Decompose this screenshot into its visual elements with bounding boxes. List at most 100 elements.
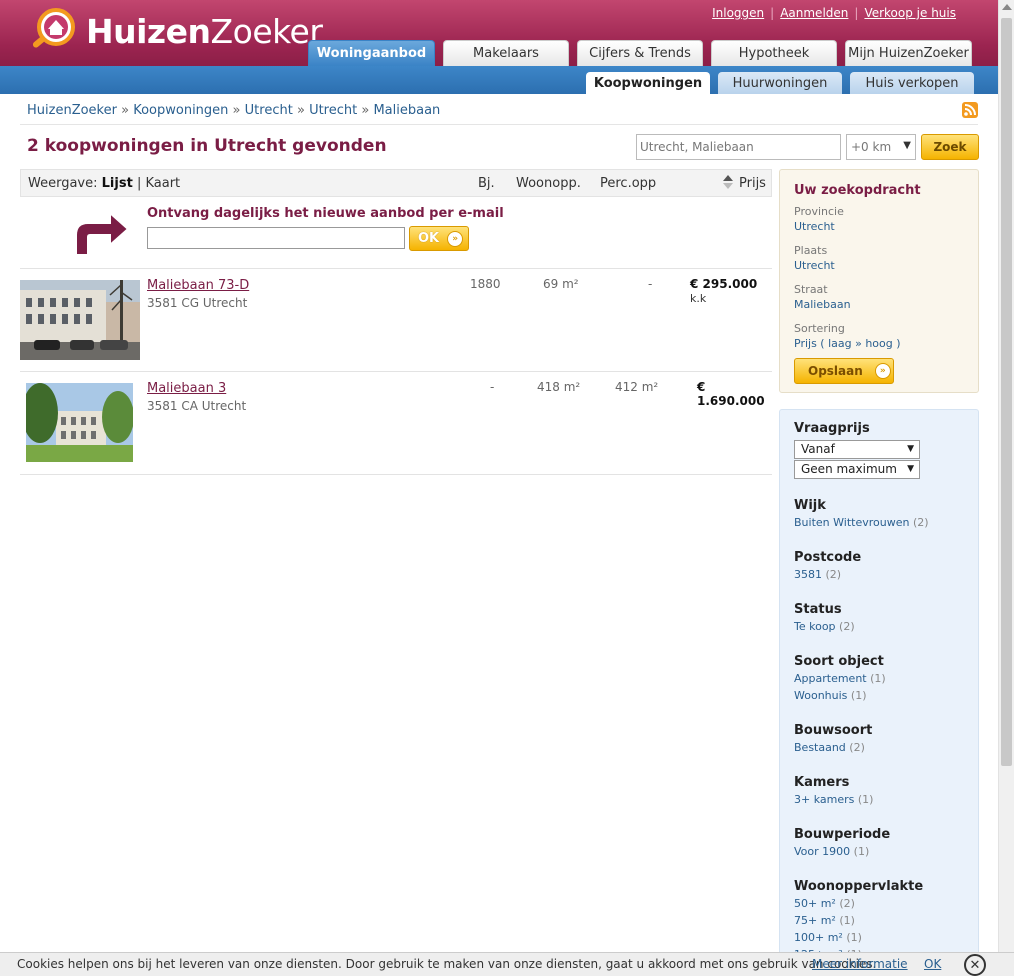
breadcrumb: HuizenZoeker » Koopwoningen » Utrecht » … bbox=[27, 103, 441, 118]
listing-address-link[interactable]: Maliebaan 3 bbox=[147, 381, 226, 396]
price-to-select[interactable]: Geen maximum ▼ bbox=[794, 460, 920, 479]
tab-hypotheek[interactable]: Hypotheek bbox=[711, 40, 837, 66]
sort-prijs[interactable]: Prijs bbox=[739, 176, 766, 191]
save-search-button[interactable]: Opslaan» bbox=[794, 358, 894, 384]
filter-option[interactable]: Woonhuis (1) bbox=[794, 689, 867, 702]
view-map-toggle[interactable]: Kaart bbox=[145, 176, 180, 191]
listing-bouwjaar: 1880 bbox=[470, 277, 501, 291]
curved-arrow-icon bbox=[72, 209, 132, 257]
filter-title: Status bbox=[794, 602, 842, 617]
listing-row[interactable]: Maliebaan 73-D 3581 CG Utrecht 1880 69 m… bbox=[20, 269, 772, 372]
radius-select[interactable]: +0 km ▼ bbox=[846, 134, 916, 160]
email-field[interactable] bbox=[147, 227, 405, 249]
listing-bouwjaar: - bbox=[490, 380, 495, 394]
filter-title: Woonoppervlakte bbox=[794, 879, 924, 894]
listing-row[interactable]: Maliebaan 3 3581 CA Utrecht - 418 m² 412… bbox=[20, 372, 772, 475]
double-arrow-icon: » bbox=[874, 363, 891, 379]
rss-icon[interactable] bbox=[962, 102, 978, 118]
chevron-down-icon: ▼ bbox=[903, 140, 911, 151]
cookie-more-info-link[interactable]: Meer informatie bbox=[812, 957, 908, 971]
listing-price: € 295.000 k.k bbox=[690, 277, 758, 305]
filter-title: Kamers bbox=[794, 775, 850, 790]
summary-plaats-link[interactable]: Utrecht bbox=[794, 259, 835, 272]
scroll-up-icon[interactable] bbox=[1002, 4, 1012, 10]
location-search-input[interactable] bbox=[636, 134, 841, 160]
listing-percopp: 412 m² bbox=[615, 380, 659, 394]
tab-koopwoningen[interactable]: Koopwoningen bbox=[586, 72, 710, 94]
cookie-text: Cookies helpen ons bij het leveren van o… bbox=[17, 957, 877, 971]
sort-arrows-icon bbox=[723, 175, 733, 191]
magnifier-house-icon bbox=[26, 7, 84, 55]
filter-option[interactable]: Buiten Wittevrouwen (2) bbox=[794, 516, 929, 529]
filter-title: Postcode bbox=[794, 550, 862, 565]
listing-percopp: - bbox=[648, 277, 653, 291]
scrollbar[interactable] bbox=[998, 0, 1014, 952]
filter-title: Wijk bbox=[794, 498, 826, 513]
chevron-down-icon: ▼ bbox=[907, 444, 914, 454]
filter-option[interactable]: Appartement (1) bbox=[794, 672, 886, 685]
filter-title: Soort object bbox=[794, 654, 884, 669]
listing-postcode: 3581 CG Utrecht bbox=[147, 296, 248, 310]
sort-bouwjaar[interactable]: Bj. bbox=[478, 176, 495, 191]
view-list-toggle[interactable]: Lijst bbox=[102, 176, 133, 191]
tab-huis-verkopen[interactable]: Huis verkopen bbox=[850, 72, 974, 94]
scroll-thumb[interactable] bbox=[1001, 18, 1012, 766]
breadcrumb-item[interactable]: Maliebaan bbox=[373, 103, 440, 118]
search-summary-title: Uw zoekopdracht bbox=[794, 183, 921, 198]
filter-option[interactable]: 3581 (2) bbox=[794, 568, 841, 581]
tab-mijn-huizenzoeker[interactable]: Mijn HuizenZoeker bbox=[845, 40, 972, 66]
double-arrow-icon: » bbox=[447, 230, 464, 247]
chevron-down-icon: ▼ bbox=[907, 464, 914, 474]
logo-text: HuizenZoeker bbox=[86, 11, 323, 51]
top-links: Inloggen | Aanmelden | Verkoop je huis bbox=[706, 6, 962, 20]
email-ok-button[interactable]: OK» bbox=[409, 226, 469, 251]
search-summary-panel: Uw zoekopdracht Provincie Utrecht Plaats… bbox=[779, 169, 979, 393]
filter-option[interactable]: Voor 1900 (1) bbox=[794, 845, 869, 858]
cookie-ok-link[interactable]: OK bbox=[924, 957, 941, 971]
listing-postcode: 3581 CA Utrecht bbox=[147, 399, 247, 413]
filter-option[interactable]: 100+ m² (1) bbox=[794, 931, 862, 944]
email-alert-box: Ontvang dagelijks het nieuwe aanbod per … bbox=[20, 197, 772, 269]
results-header: Weergave: Lijst | Kaart Bj. Woonopp. Per… bbox=[20, 169, 772, 197]
filter-panel: Vraagprijs Vanaf ▼ Geen maximum ▼ Wijk Bui… bbox=[779, 409, 979, 969]
listing-woonopp: 418 m² bbox=[537, 380, 581, 394]
page-title: 2 koopwoningen in Utrecht gevonden bbox=[27, 136, 387, 156]
tab-cijfers-trends[interactable]: Cijfers & Trends bbox=[577, 40, 703, 66]
summary-provincie-link[interactable]: Utrecht bbox=[794, 220, 835, 233]
summary-sortering-link[interactable]: Prijs ( laag » hoog ) bbox=[794, 337, 901, 350]
sort-woonopp[interactable]: Woonopp. bbox=[516, 176, 581, 191]
listing-woonopp: 69 m² bbox=[543, 277, 579, 291]
summary-straat-link[interactable]: Maliebaan bbox=[794, 298, 851, 311]
filter-title: Bouwsoort bbox=[794, 723, 873, 738]
breadcrumb-item[interactable]: Utrecht bbox=[309, 103, 357, 118]
tab-huurwoningen[interactable]: Huurwoningen bbox=[718, 72, 842, 94]
search-button[interactable]: Zoek bbox=[921, 134, 979, 160]
filter-option[interactable]: 75+ m² (1) bbox=[794, 914, 855, 927]
register-link[interactable]: Aanmelden bbox=[774, 6, 854, 20]
login-link[interactable]: Inloggen bbox=[706, 6, 770, 20]
tab-woningaanbod[interactable]: Woningaanbod bbox=[308, 40, 435, 66]
filter-title: Bouwperiode bbox=[794, 827, 891, 842]
breadcrumb-item[interactable]: HuizenZoeker bbox=[27, 103, 117, 118]
close-icon[interactable]: ✕ bbox=[964, 954, 986, 976]
filter-title: Vraagprijs bbox=[794, 421, 870, 436]
sort-percopp[interactable]: Perc.opp bbox=[600, 176, 656, 191]
main-tabs: Woningaanbod Makelaars Cijfers & Trends … bbox=[308, 40, 972, 66]
listing-address-link[interactable]: Maliebaan 73-D bbox=[147, 278, 249, 293]
filter-option[interactable]: 3+ kamers (1) bbox=[794, 793, 873, 806]
listing-price: € 1.690.000 bbox=[697, 380, 765, 408]
sell-house-link[interactable]: Verkoop je huis bbox=[858, 6, 962, 20]
listing-photo[interactable] bbox=[20, 280, 140, 360]
filter-option[interactable]: Bestaand (2) bbox=[794, 741, 865, 754]
breadcrumb-item[interactable]: Utrecht bbox=[245, 103, 293, 118]
tab-makelaars[interactable]: Makelaars bbox=[443, 40, 569, 66]
filter-option[interactable]: Te koop (2) bbox=[794, 620, 855, 633]
price-from-select[interactable]: Vanaf ▼ bbox=[794, 440, 920, 459]
logo[interactable]: HuizenZoeker bbox=[26, 6, 323, 56]
email-alert-label: Ontvang dagelijks het nieuwe aanbod per … bbox=[147, 206, 504, 221]
breadcrumb-item[interactable]: Koopwoningen bbox=[133, 103, 228, 118]
sub-tabs: Koopwoningen Huurwoningen Huis verkopen bbox=[586, 72, 974, 94]
listing-photo[interactable] bbox=[22, 383, 134, 462]
divider bbox=[20, 124, 978, 125]
filter-option[interactable]: 50+ m² (2) bbox=[794, 897, 855, 910]
